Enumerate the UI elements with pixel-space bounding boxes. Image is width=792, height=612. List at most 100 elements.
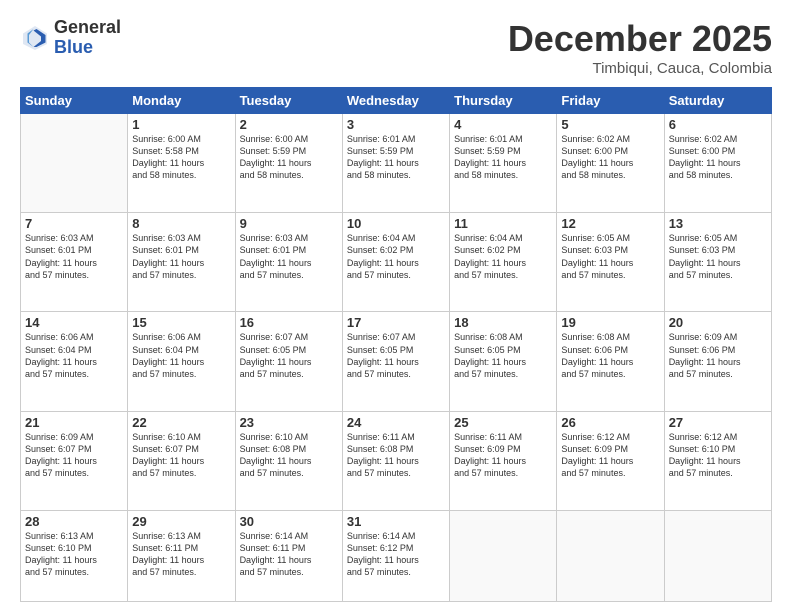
day-number: 8	[132, 216, 230, 231]
table-row: 21Sunrise: 6:09 AM Sunset: 6:07 PM Dayli…	[21, 411, 128, 510]
calendar-week-row: 7Sunrise: 6:03 AM Sunset: 6:01 PM Daylig…	[21, 213, 772, 312]
day-info: Sunrise: 6:07 AM Sunset: 6:05 PM Dayligh…	[240, 331, 338, 380]
day-number: 1	[132, 117, 230, 132]
day-number: 9	[240, 216, 338, 231]
day-info: Sunrise: 6:04 AM Sunset: 6:02 PM Dayligh…	[454, 232, 552, 281]
col-monday: Monday	[128, 88, 235, 114]
day-number: 14	[25, 315, 123, 330]
table-row: 12Sunrise: 6:05 AM Sunset: 6:03 PM Dayli…	[557, 213, 664, 312]
logo: General Blue	[20, 18, 121, 58]
day-number: 5	[561, 117, 659, 132]
table-row: 24Sunrise: 6:11 AM Sunset: 6:08 PM Dayli…	[342, 411, 449, 510]
logo-blue: Blue	[54, 38, 121, 58]
table-row: 22Sunrise: 6:10 AM Sunset: 6:07 PM Dayli…	[128, 411, 235, 510]
col-sunday: Sunday	[21, 88, 128, 114]
col-wednesday: Wednesday	[342, 88, 449, 114]
day-number: 19	[561, 315, 659, 330]
day-info: Sunrise: 6:00 AM Sunset: 5:59 PM Dayligh…	[240, 133, 338, 182]
day-info: Sunrise: 6:08 AM Sunset: 6:05 PM Dayligh…	[454, 331, 552, 380]
table-row: 15Sunrise: 6:06 AM Sunset: 6:04 PM Dayli…	[128, 312, 235, 411]
table-row: 13Sunrise: 6:05 AM Sunset: 6:03 PM Dayli…	[664, 213, 771, 312]
day-info: Sunrise: 6:07 AM Sunset: 6:05 PM Dayligh…	[347, 331, 445, 380]
subtitle: Timbiqui, Cauca, Colombia	[508, 60, 772, 77]
day-number: 26	[561, 415, 659, 430]
table-row: 28Sunrise: 6:13 AM Sunset: 6:10 PM Dayli…	[21, 510, 128, 601]
day-info: Sunrise: 6:03 AM Sunset: 6:01 PM Dayligh…	[132, 232, 230, 281]
day-info: Sunrise: 6:11 AM Sunset: 6:08 PM Dayligh…	[347, 431, 445, 480]
day-number: 25	[454, 415, 552, 430]
day-info: Sunrise: 6:12 AM Sunset: 6:10 PM Dayligh…	[669, 431, 767, 480]
day-number: 20	[669, 315, 767, 330]
day-info: Sunrise: 6:10 AM Sunset: 6:07 PM Dayligh…	[132, 431, 230, 480]
day-number: 21	[25, 415, 123, 430]
logo-icon	[20, 23, 50, 53]
day-info: Sunrise: 6:09 AM Sunset: 6:06 PM Dayligh…	[669, 331, 767, 380]
day-info: Sunrise: 6:06 AM Sunset: 6:04 PM Dayligh…	[25, 331, 123, 380]
table-row: 10Sunrise: 6:04 AM Sunset: 6:02 PM Dayli…	[342, 213, 449, 312]
table-row: 16Sunrise: 6:07 AM Sunset: 6:05 PM Dayli…	[235, 312, 342, 411]
table-row: 3Sunrise: 6:01 AM Sunset: 5:59 PM Daylig…	[342, 114, 449, 213]
day-info: Sunrise: 6:11 AM Sunset: 6:09 PM Dayligh…	[454, 431, 552, 480]
day-info: Sunrise: 6:13 AM Sunset: 6:11 PM Dayligh…	[132, 530, 230, 579]
day-number: 27	[669, 415, 767, 430]
day-info: Sunrise: 6:03 AM Sunset: 6:01 PM Dayligh…	[240, 232, 338, 281]
day-number: 24	[347, 415, 445, 430]
day-info: Sunrise: 6:03 AM Sunset: 6:01 PM Dayligh…	[25, 232, 123, 281]
day-number: 29	[132, 514, 230, 529]
day-number: 28	[25, 514, 123, 529]
day-number: 13	[669, 216, 767, 231]
table-row: 23Sunrise: 6:10 AM Sunset: 6:08 PM Dayli…	[235, 411, 342, 510]
col-saturday: Saturday	[664, 88, 771, 114]
calendar-week-row: 1Sunrise: 6:00 AM Sunset: 5:58 PM Daylig…	[21, 114, 772, 213]
table-row: 11Sunrise: 6:04 AM Sunset: 6:02 PM Dayli…	[450, 213, 557, 312]
day-number: 6	[669, 117, 767, 132]
day-info: Sunrise: 6:14 AM Sunset: 6:12 PM Dayligh…	[347, 530, 445, 579]
table-row: 26Sunrise: 6:12 AM Sunset: 6:09 PM Dayli…	[557, 411, 664, 510]
table-row: 5Sunrise: 6:02 AM Sunset: 6:00 PM Daylig…	[557, 114, 664, 213]
day-number: 22	[132, 415, 230, 430]
page: General Blue December 2025 Timbiqui, Cau…	[0, 0, 792, 612]
day-number: 16	[240, 315, 338, 330]
table-row: 8Sunrise: 6:03 AM Sunset: 6:01 PM Daylig…	[128, 213, 235, 312]
day-info: Sunrise: 6:13 AM Sunset: 6:10 PM Dayligh…	[25, 530, 123, 579]
day-number: 11	[454, 216, 552, 231]
calendar-header-row: Sunday Monday Tuesday Wednesday Thursday…	[21, 88, 772, 114]
day-number: 15	[132, 315, 230, 330]
day-info: Sunrise: 6:05 AM Sunset: 6:03 PM Dayligh…	[669, 232, 767, 281]
table-row: 27Sunrise: 6:12 AM Sunset: 6:10 PM Dayli…	[664, 411, 771, 510]
table-row: 18Sunrise: 6:08 AM Sunset: 6:05 PM Dayli…	[450, 312, 557, 411]
day-number: 31	[347, 514, 445, 529]
calendar-week-row: 21Sunrise: 6:09 AM Sunset: 6:07 PM Dayli…	[21, 411, 772, 510]
day-number: 4	[454, 117, 552, 132]
table-row: 17Sunrise: 6:07 AM Sunset: 6:05 PM Dayli…	[342, 312, 449, 411]
day-info: Sunrise: 6:01 AM Sunset: 5:59 PM Dayligh…	[454, 133, 552, 182]
day-number: 3	[347, 117, 445, 132]
logo-text: General Blue	[54, 18, 121, 58]
day-number: 7	[25, 216, 123, 231]
month-title: December 2025	[508, 18, 772, 60]
day-info: Sunrise: 6:00 AM Sunset: 5:58 PM Dayligh…	[132, 133, 230, 182]
table-row: 9Sunrise: 6:03 AM Sunset: 6:01 PM Daylig…	[235, 213, 342, 312]
day-info: Sunrise: 6:02 AM Sunset: 6:00 PM Dayligh…	[669, 133, 767, 182]
day-number: 18	[454, 315, 552, 330]
day-info: Sunrise: 6:12 AM Sunset: 6:09 PM Dayligh…	[561, 431, 659, 480]
table-row: 25Sunrise: 6:11 AM Sunset: 6:09 PM Dayli…	[450, 411, 557, 510]
table-row: 1Sunrise: 6:00 AM Sunset: 5:58 PM Daylig…	[128, 114, 235, 213]
day-info: Sunrise: 6:05 AM Sunset: 6:03 PM Dayligh…	[561, 232, 659, 281]
day-number: 30	[240, 514, 338, 529]
table-row: 2Sunrise: 6:00 AM Sunset: 5:59 PM Daylig…	[235, 114, 342, 213]
logo-general: General	[54, 18, 121, 38]
day-number: 12	[561, 216, 659, 231]
col-thursday: Thursday	[450, 88, 557, 114]
table-row: 30Sunrise: 6:14 AM Sunset: 6:11 PM Dayli…	[235, 510, 342, 601]
day-info: Sunrise: 6:09 AM Sunset: 6:07 PM Dayligh…	[25, 431, 123, 480]
day-info: Sunrise: 6:02 AM Sunset: 6:00 PM Dayligh…	[561, 133, 659, 182]
day-number: 17	[347, 315, 445, 330]
day-number: 10	[347, 216, 445, 231]
table-row: 14Sunrise: 6:06 AM Sunset: 6:04 PM Dayli…	[21, 312, 128, 411]
table-row	[664, 510, 771, 601]
day-info: Sunrise: 6:04 AM Sunset: 6:02 PM Dayligh…	[347, 232, 445, 281]
calendar: Sunday Monday Tuesday Wednesday Thursday…	[20, 87, 772, 602]
table-row: 4Sunrise: 6:01 AM Sunset: 5:59 PM Daylig…	[450, 114, 557, 213]
col-friday: Friday	[557, 88, 664, 114]
